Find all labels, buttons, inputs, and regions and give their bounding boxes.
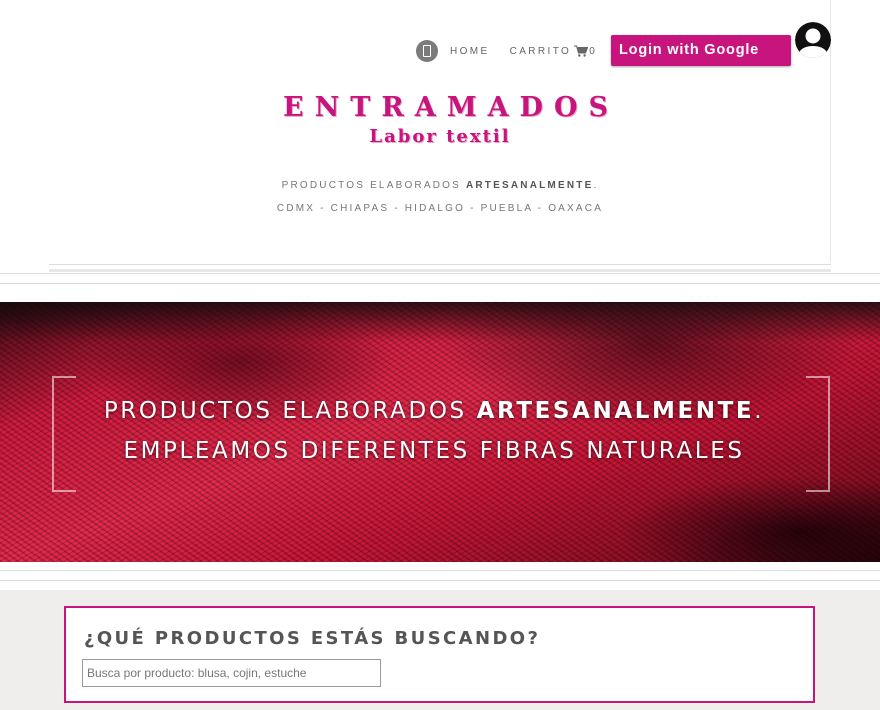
user-avatar-icon [795, 22, 831, 58]
shopping-cart-icon [574, 45, 589, 57]
section-divider [0, 570, 880, 571]
header-divider-thick [49, 269, 831, 272]
brand-title: ENTRAMADOS [282, 92, 619, 123]
cart-count: 0 [589, 45, 596, 57]
mobile-menu-button[interactable] [416, 40, 438, 62]
hero-headline: PRODUCTOS ELABORADOS ARTESANALMENTE. [0, 398, 868, 424]
hero-shadow [0, 302, 880, 342]
search-title: ¿QUÉ PRODUCTOS ESTÁS BUSCANDO? [84, 628, 541, 649]
nav-cart-label: CARRITO [509, 45, 572, 57]
user-avatar[interactable] [795, 22, 831, 58]
nav-cart-link[interactable]: CARRITO 0 [510, 45, 596, 57]
tagline-suffix: . [593, 180, 599, 191]
header-divider [49, 264, 831, 265]
top-nav: HOME CARRITO 0 [416, 40, 596, 62]
hero-banner: PRODUCTOS ELABORADOS ARTESANALMENTE. EMP… [0, 302, 880, 562]
section-divider [0, 273, 880, 274]
section-divider [0, 283, 880, 284]
tagline-emphasis: ARTESANALMENTE [465, 180, 594, 191]
hero-headline-emphasis: ARTESANALMENTE [476, 398, 755, 424]
hero-frame-right [806, 376, 830, 492]
nav-home-link[interactable]: HOME [450, 46, 490, 57]
search-card: ¿QUÉ PRODUCTOS ESTÁS BUSCANDO? [64, 606, 815, 703]
login-with-google-button[interactable]: Login with Google [611, 35, 791, 66]
mobile-menu-icon [423, 45, 431, 57]
section-divider [0, 580, 880, 581]
regions-list: CDMX - CHIAPAS - HIDALGO - PUEBLA - OAXA… [276, 203, 604, 214]
hero-headline-suffix: . [754, 398, 765, 424]
hero-frame-left [52, 376, 76, 492]
tagline: PRODUCTOS ELABORADOS ARTESANALMENTE. [0, 180, 880, 191]
brand-subtitle: Labor textil [369, 126, 511, 147]
hero-subheadline: EMPLEAMOS DIFERENTES FIBRAS NATURALES [123, 438, 745, 464]
hero-headline-prefix: PRODUCTOS ELABORADOS [103, 398, 477, 424]
product-search-input[interactable] [82, 659, 381, 687]
tagline-prefix: PRODUCTOS ELABORADOS [281, 180, 466, 191]
